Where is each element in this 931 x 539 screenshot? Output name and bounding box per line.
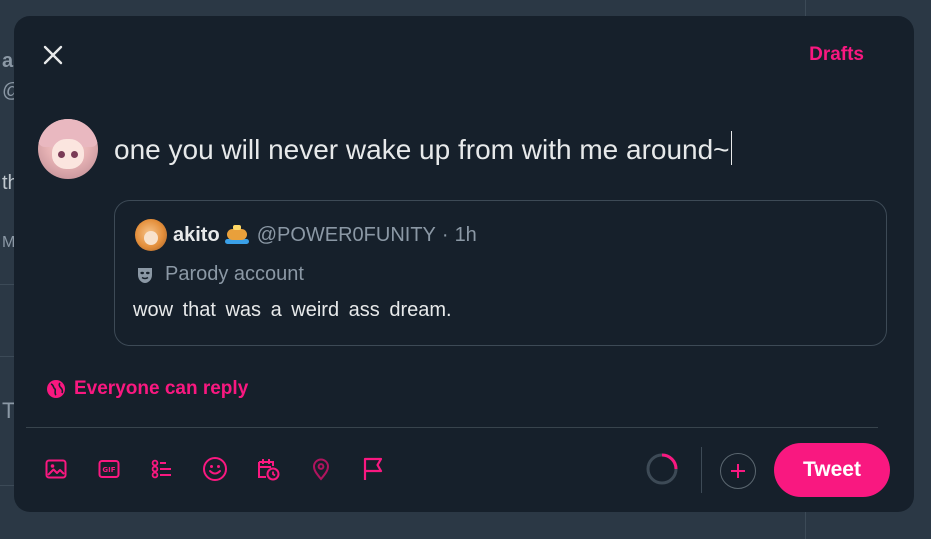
add-thread-button[interactable] [720,453,756,489]
close-button[interactable] [38,40,68,70]
quoted-tweet[interactable]: akito @POWER0FUNITY · 1h Parody account … [114,200,887,346]
quoted-body: wow that was a weird ass dream. [133,299,452,321]
tweet-button[interactable]: Tweet [774,443,890,497]
emoji-icon [203,457,227,481]
quoted-name: akito [173,223,220,246]
toolbar-separator [701,447,702,493]
quoted-avatar [135,219,167,251]
progress-ring-icon [646,453,678,485]
svg-text:GIF: GIF [102,466,115,474]
drafts-button[interactable]: Drafts [809,44,864,66]
schedule-button[interactable] [254,455,282,483]
poll-icon [151,459,171,479]
image-icon [45,459,67,479]
gif-icon: GIF [98,460,120,478]
quoted-timestamp: 1h [454,223,477,246]
parody-label: Parody account [135,263,304,286]
schedule-icon [258,459,280,481]
tweet-text-input[interactable]: one you will never wake up from with me … [114,131,732,166]
pancake-emoji-icon [224,225,249,245]
reply-setting-button[interactable]: Everyone can reply [46,378,248,400]
avatar[interactable] [38,119,98,179]
close-icon [43,45,63,65]
emoji-button[interactable] [201,455,229,483]
poll-button[interactable] [148,455,176,483]
plus-icon [731,464,745,478]
globe-icon [47,380,65,398]
quoted-handle: @POWER0FUNITY [256,223,436,246]
background-fragment: a [2,50,14,72]
location-button[interactable] [307,455,335,483]
tweet-text: one you will never wake up from with me … [114,134,730,165]
parody-label-text: Parody account [165,263,304,285]
toolbar-divider [26,427,878,428]
location-icon [312,458,330,481]
image-button[interactable] [42,455,70,483]
flag-icon [363,457,383,480]
parody-mask-icon [138,267,152,283]
gif-button[interactable]: GIF [95,455,123,483]
compose-modal: Drafts one you will never wake up from w… [14,16,914,512]
flag-button[interactable] [360,455,388,483]
reply-setting-label: Everyone can reply [74,378,249,399]
compose-toolbar: GIF [42,455,413,483]
quoted-tweet-header: akito @POWER0FUNITY · 1h [135,219,477,251]
text-caret [730,131,732,165]
character-count-indicator [645,452,679,486]
quoted-separator: · [441,223,449,246]
